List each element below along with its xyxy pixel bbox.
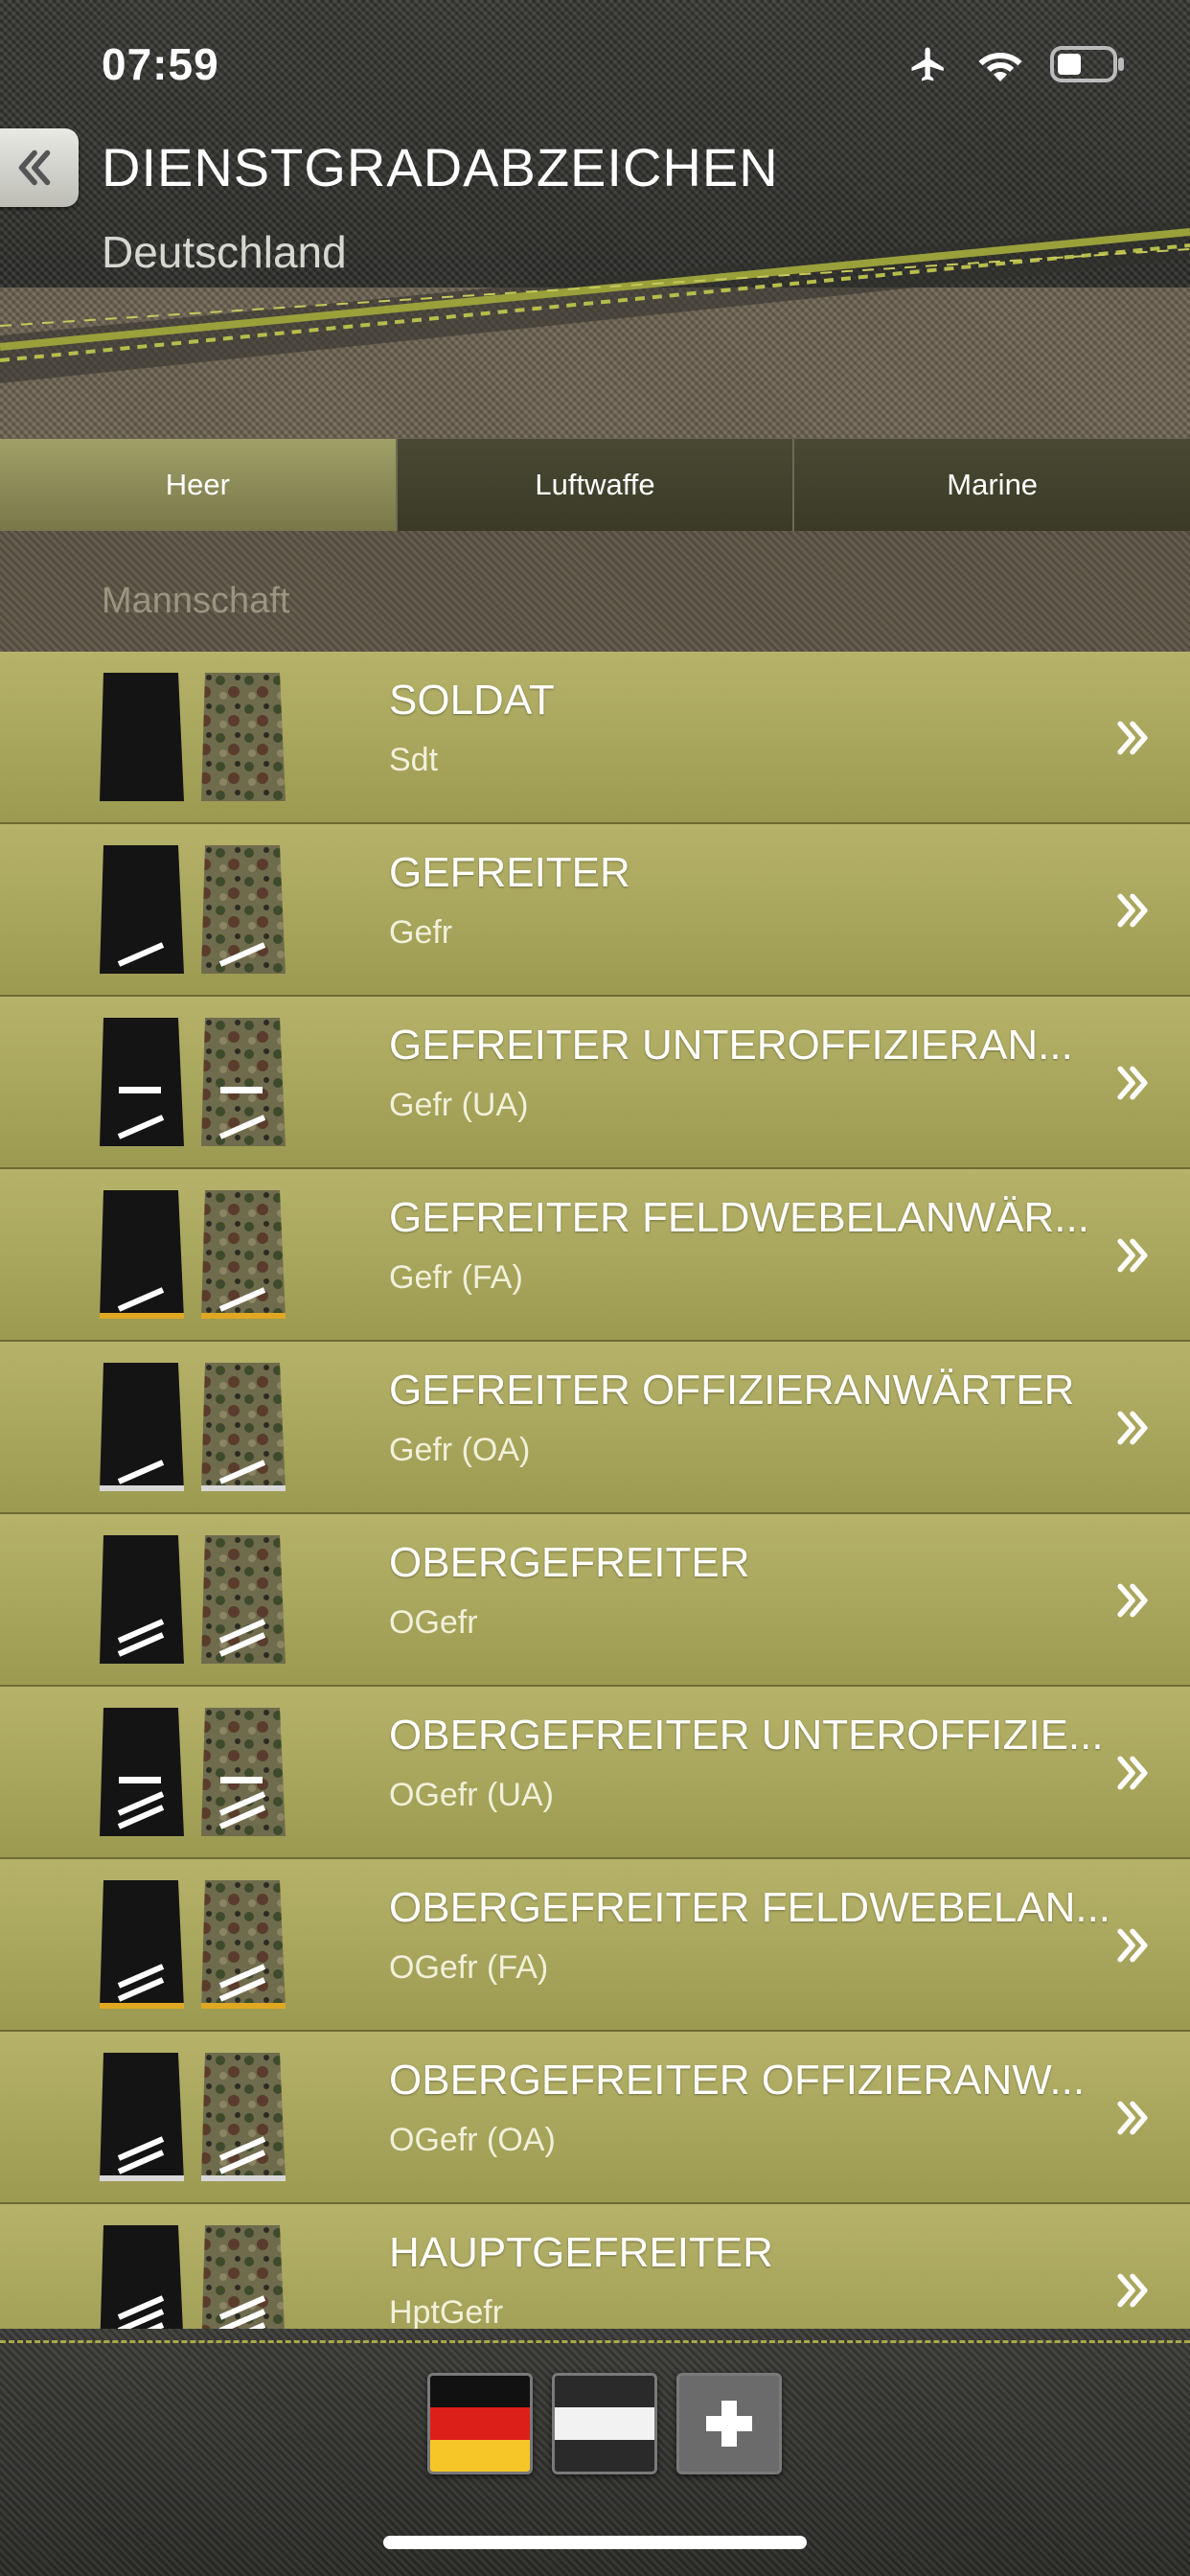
back-button[interactable] [0,128,79,207]
rank-abbreviation: OGefr (FA) [389,1949,549,1986]
rank-row[interactable]: SOLDAT Sdt [0,652,1190,824]
rank-row[interactable]: GEFREITER UNTEROFFIZIERAN... Gefr (UA) [0,997,1190,1169]
status-time: 07:59 [102,39,219,89]
rank-insignia-icon [100,1018,286,1146]
plus-shape [706,2401,752,2447]
rank-row[interactable]: OBERGEFREITER UNTEROFFIZIE... OGefr (UA) [0,1687,1190,1859]
status-icons [906,44,1127,84]
double-chevron-right-icon [1117,893,1148,928]
double-chevron-right-icon [1117,1583,1148,1618]
double-chevron-left-icon [18,150,51,186]
rank-name: HAUPTGEFREITER [389,2229,773,2276]
rank-abbreviation: Gefr [389,914,453,951]
rank-abbreviation: OGefr (UA) [389,1777,554,1813]
rank-abbreviation: Gefr (FA) [389,1259,523,1296]
rank-insignia-icon [100,1708,286,1836]
germany-flag-icon[interactable] [427,2373,533,2474]
rank-insignia-icon [100,1535,286,1664]
rank-row[interactable]: OBERGEFREITER FELDWEBELAN... OGefr (FA) [0,1859,1190,2032]
black-white-flag-icon[interactable] [552,2373,657,2474]
rank-name: GEFREITER UNTEROFFIZIERAN... [389,1022,1073,1069]
rank-name: OBERGEFREITER [389,1539,750,1586]
rank-abbreviation: Gefr (UA) [389,1087,529,1123]
rank-insignia-icon [100,673,286,801]
country-switcher [427,2373,782,2474]
double-chevron-right-icon [1117,1756,1148,1790]
rank-row[interactable]: GEFREITER Gefr [0,824,1190,997]
section-label: Mannschaft [102,581,290,621]
airplane-icon [911,47,944,81]
rank-row[interactable]: OBERGEFREITER OGefr [0,1514,1190,1687]
battery-icon [1050,46,1124,82]
rank-abbreviation: OGefr (OA) [389,2122,556,2158]
double-chevron-right-icon [1117,2273,1148,2308]
branch-tabs: Heer Luftwaffe Marine [0,439,1190,531]
tab-marine[interactable]: Marine [792,439,1190,531]
rank-name: GEFREITER [389,849,630,896]
rank-name: GEFREITER OFFIZIERANWÄRTER [389,1367,1075,1414]
double-chevron-right-icon [1117,2101,1148,2135]
rank-list: SOLDAT Sdt GEFREITER Gefr GEFREITER UNTEROFF… [0,652,1190,2329]
rank-abbreviation: HptGefr [389,2294,504,2329]
wifi-icon [978,53,1022,81]
page-subtitle: Deutschland [102,227,347,277]
double-chevron-right-icon [1117,1928,1148,1963]
double-chevron-right-icon [1117,1411,1148,1445]
rank-abbreviation: Gefr (OA) [389,1432,531,1468]
rank-name: GEFREITER FELDWEBELANWÄR... [389,1194,1089,1241]
double-chevron-right-icon [1117,1066,1148,1100]
page-title: DIENSTGRADABZEICHEN [102,137,779,197]
rank-abbreviation: OGefr [389,1604,478,1641]
rank-insignia-icon [100,1190,286,1319]
rank-insignia-icon [100,1880,286,2009]
section-header: Mannschaft [0,531,1190,652]
rank-row[interactable]: HAUPTGEFREITER HptGefr [0,2204,1190,2329]
rank-abbreviation: Sdt [389,742,439,778]
rank-row[interactable]: GEFREITER FELDWEBELANWÄR... Gefr (FA) [0,1169,1190,1342]
rank-row[interactable]: GEFREITER OFFIZIERANWÄRTER Gefr (OA) [0,1342,1190,1514]
rank-name: OBERGEFREITER FELDWEBELAN... [389,1884,1111,1931]
plus-icon[interactable] [676,2373,782,2474]
rank-insignia-icon [100,1363,286,1491]
rank-insignia-icon [100,845,286,974]
double-chevron-right-icon [1117,721,1148,755]
rank-name: OBERGEFREITER OFFIZIERANW... [389,2057,1086,2104]
bottom-stitch [0,2340,1190,2343]
rank-row[interactable]: OBERGEFREITER OFFIZIERANW... OGefr (OA) [0,2032,1190,2204]
double-chevron-right-icon [1117,1238,1148,1273]
rank-name: OBERGEFREITER UNTEROFFIZIE... [389,1712,1104,1759]
rank-insignia-icon [100,2225,285,2329]
home-indicator[interactable] [383,2536,807,2549]
rank-insignia-icon [100,2053,286,2181]
tab-luftwaffe[interactable]: Luftwaffe [395,439,793,531]
rank-name: SOLDAT [389,677,555,724]
tab-heer[interactable]: Heer [0,439,396,531]
